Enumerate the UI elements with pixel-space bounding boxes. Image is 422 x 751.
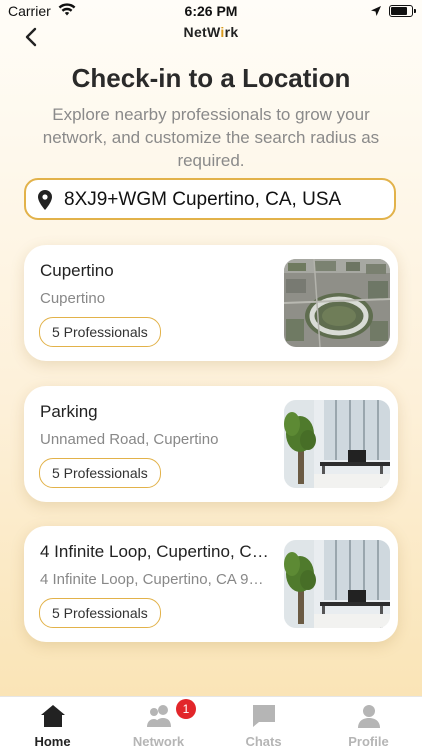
- page-subtitle: Explore nearby professionals to grow you…: [42, 105, 380, 170]
- battery-icon: [389, 5, 416, 17]
- location-title: Parking: [40, 402, 98, 421]
- location-address: 4 Infinite Loop, Cupertino, CA 95014, US…: [40, 571, 270, 588]
- location-search-field[interactable]: [24, 178, 396, 220]
- tab-network-label: Network: [132, 734, 185, 749]
- people-icon: [146, 703, 172, 729]
- person-icon: [356, 703, 382, 729]
- professionals-badge: 5 Professionals: [39, 317, 161, 347]
- location-search-input[interactable]: [62, 186, 386, 214]
- professionals-badge: 5 Professionals: [39, 458, 161, 488]
- location-thumbnail: [284, 400, 390, 488]
- clock: 6:26 PM: [184, 3, 238, 19]
- brand-logo: NetWirk: [0, 24, 422, 40]
- page-title: Check-in to a Location: [71, 63, 351, 93]
- map-pin-icon: [36, 189, 54, 216]
- brand-logo-part1: NetW: [183, 24, 221, 40]
- location-thumbnail: [284, 259, 390, 347]
- chat-icon: [251, 703, 277, 729]
- network-notification-badge: 1: [176, 699, 196, 719]
- location-arrow-icon: [370, 4, 382, 20]
- tab-chats-label: Chats: [245, 734, 282, 749]
- location-thumbnail: [284, 540, 390, 628]
- location-title: Cupertino: [40, 261, 114, 280]
- location-title: 4 Infinite Loop, Cupertino, CA 95014, US…: [40, 542, 270, 561]
- tab-chats[interactable]: Chats: [211, 697, 316, 751]
- location-address: Cupertino: [40, 290, 106, 307]
- tab-home-label: Home: [34, 734, 71, 749]
- professionals-badge: 5 Professionals: [39, 598, 161, 628]
- tab-profile-label: Profile: [348, 734, 389, 749]
- location-address: Unnamed Road, Cupertino: [40, 431, 219, 448]
- location-card[interactable]: 4 Infinite Loop, Cupertino, CA 95014, US…: [24, 526, 398, 642]
- tab-home[interactable]: Home: [0, 697, 105, 751]
- location-card[interactable]: Parking Unnamed Road, Cupertino 5 Profes…: [24, 386, 398, 502]
- tab-profile[interactable]: Profile: [316, 697, 421, 751]
- home-icon: [40, 703, 66, 729]
- brand-logo-part2: rk: [224, 24, 239, 40]
- status-bar: Carrier 6:26 PM: [0, 0, 422, 22]
- location-card[interactable]: Cupertino Cupertino 5 Professionals: [24, 245, 398, 361]
- tab-bar: Home Network Chats Profile: [0, 696, 422, 751]
